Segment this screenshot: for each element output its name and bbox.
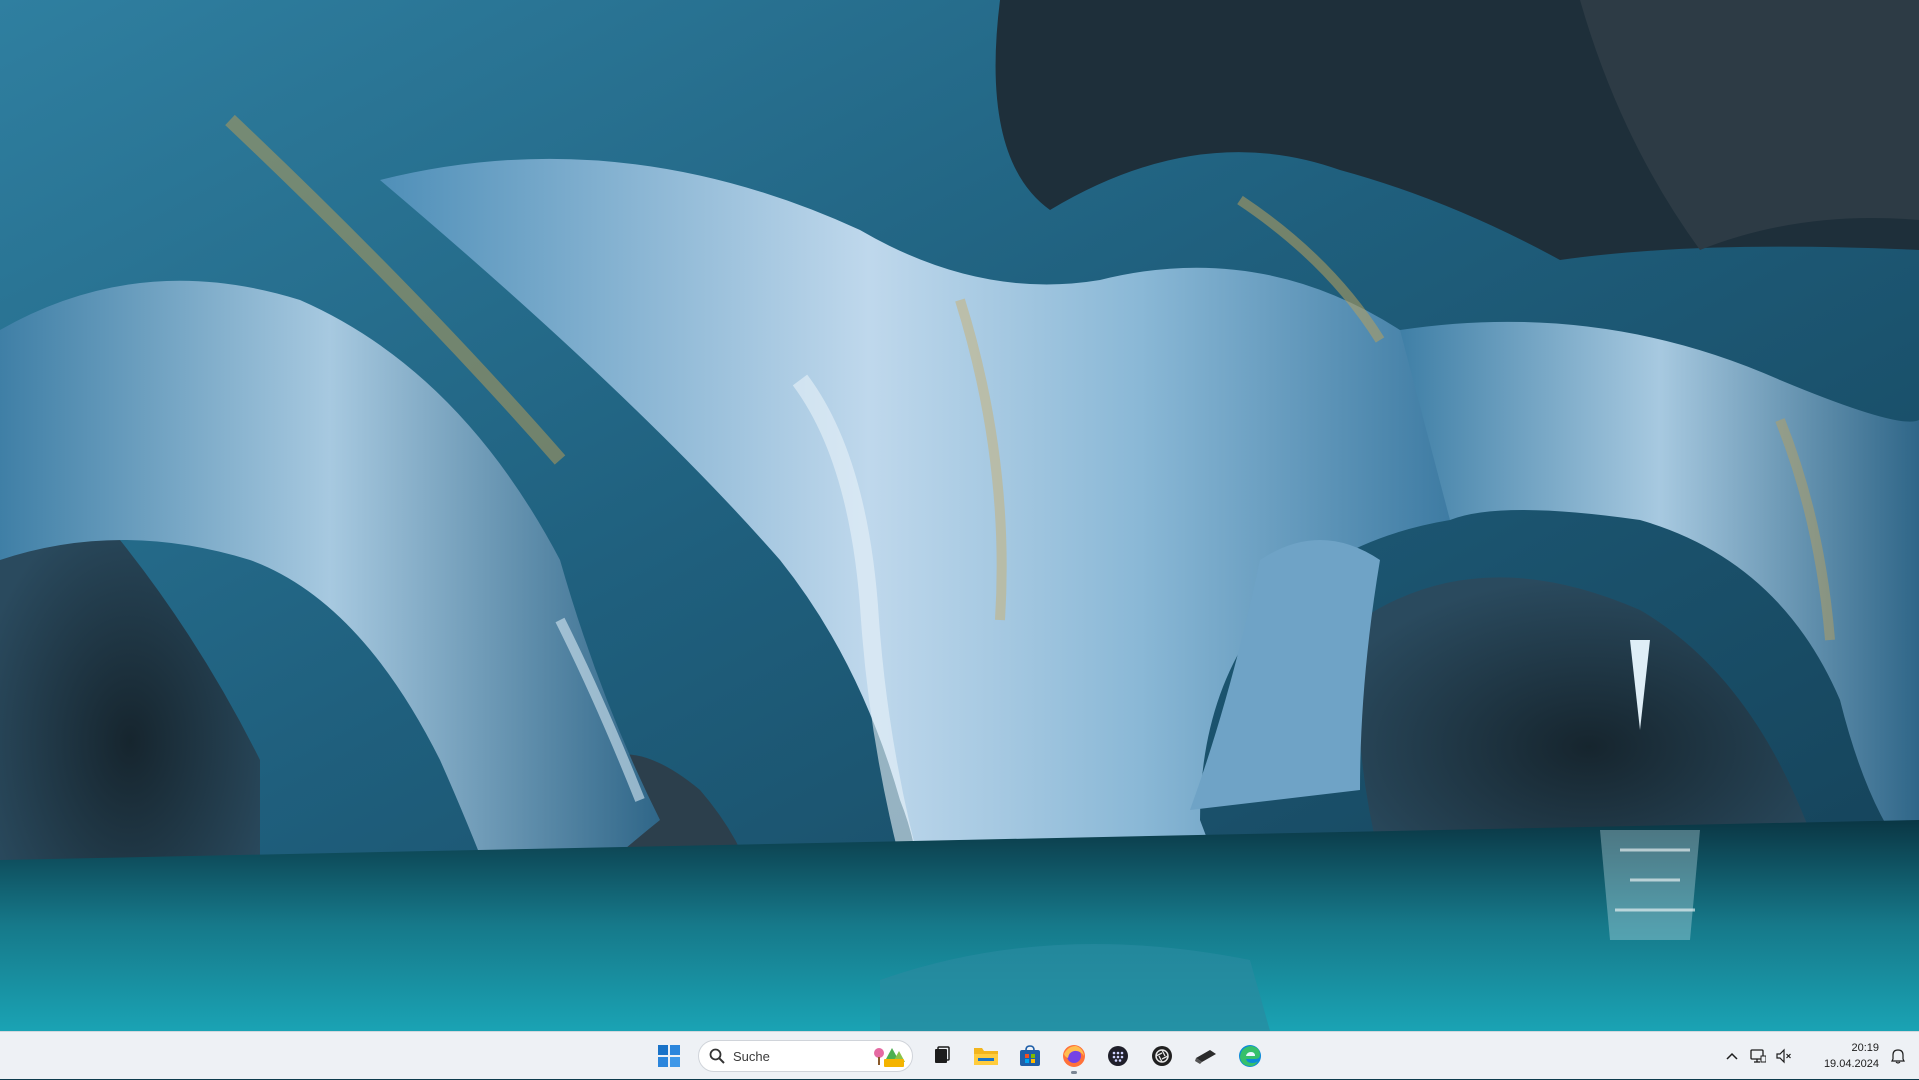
edge-button[interactable] [1231, 1036, 1269, 1076]
taskbar: Suche 20:19 19.04.2024 [0, 1031, 1919, 1079]
edge-icon [1239, 1045, 1261, 1067]
trees-highlight-icon [874, 1048, 905, 1067]
aperture-app-icon [1152, 1046, 1172, 1066]
wallpaper-marble-caves [0, 0, 1919, 1031]
search-icon [709, 1048, 725, 1064]
taskbar-apps: Suche [650, 1032, 1269, 1080]
show-hidden-icons-button[interactable] [1719, 1036, 1745, 1076]
stylus-app-button[interactable] [1187, 1036, 1225, 1076]
start-button[interactable] [650, 1036, 688, 1076]
folder-icon [974, 1048, 998, 1065]
task-view-icon [935, 1046, 950, 1063]
chevron-up-icon [1726, 1052, 1738, 1060]
store-button[interactable] [1011, 1036, 1049, 1076]
clock[interactable]: 20:19 19.04.2024 [1801, 1040, 1879, 1072]
aperture-app-button[interactable] [1143, 1036, 1181, 1076]
stylus-app-icon [1195, 1050, 1216, 1064]
desktop[interactable] [0, 0, 1919, 1031]
search-placeholder: Suche [733, 1048, 770, 1064]
network-icon [1750, 1049, 1766, 1063]
system-tray: 20:19 19.04.2024 [1719, 1032, 1919, 1080]
search-box[interactable]: Suche [698, 1040, 913, 1072]
windows-logo-icon [658, 1045, 680, 1067]
notifications-button[interactable] [1883, 1036, 1913, 1076]
clock-time: 20:19 [1851, 1042, 1879, 1054]
bell-icon [1891, 1049, 1905, 1064]
dots-app-button[interactable] [1099, 1036, 1137, 1076]
firefox-icon [1063, 1045, 1085, 1067]
network-button[interactable] [1745, 1036, 1771, 1076]
task-view-button[interactable] [923, 1036, 961, 1076]
volume-muted-icon [1776, 1048, 1791, 1064]
store-bag-icon [1020, 1045, 1040, 1066]
firefox-button[interactable] [1055, 1036, 1093, 1076]
dots-grid-app-icon [1108, 1046, 1128, 1066]
volume-button[interactable] [1771, 1036, 1797, 1076]
clock-date: 19.04.2024 [1823, 1058, 1879, 1070]
file-explorer-button[interactable] [967, 1036, 1005, 1076]
